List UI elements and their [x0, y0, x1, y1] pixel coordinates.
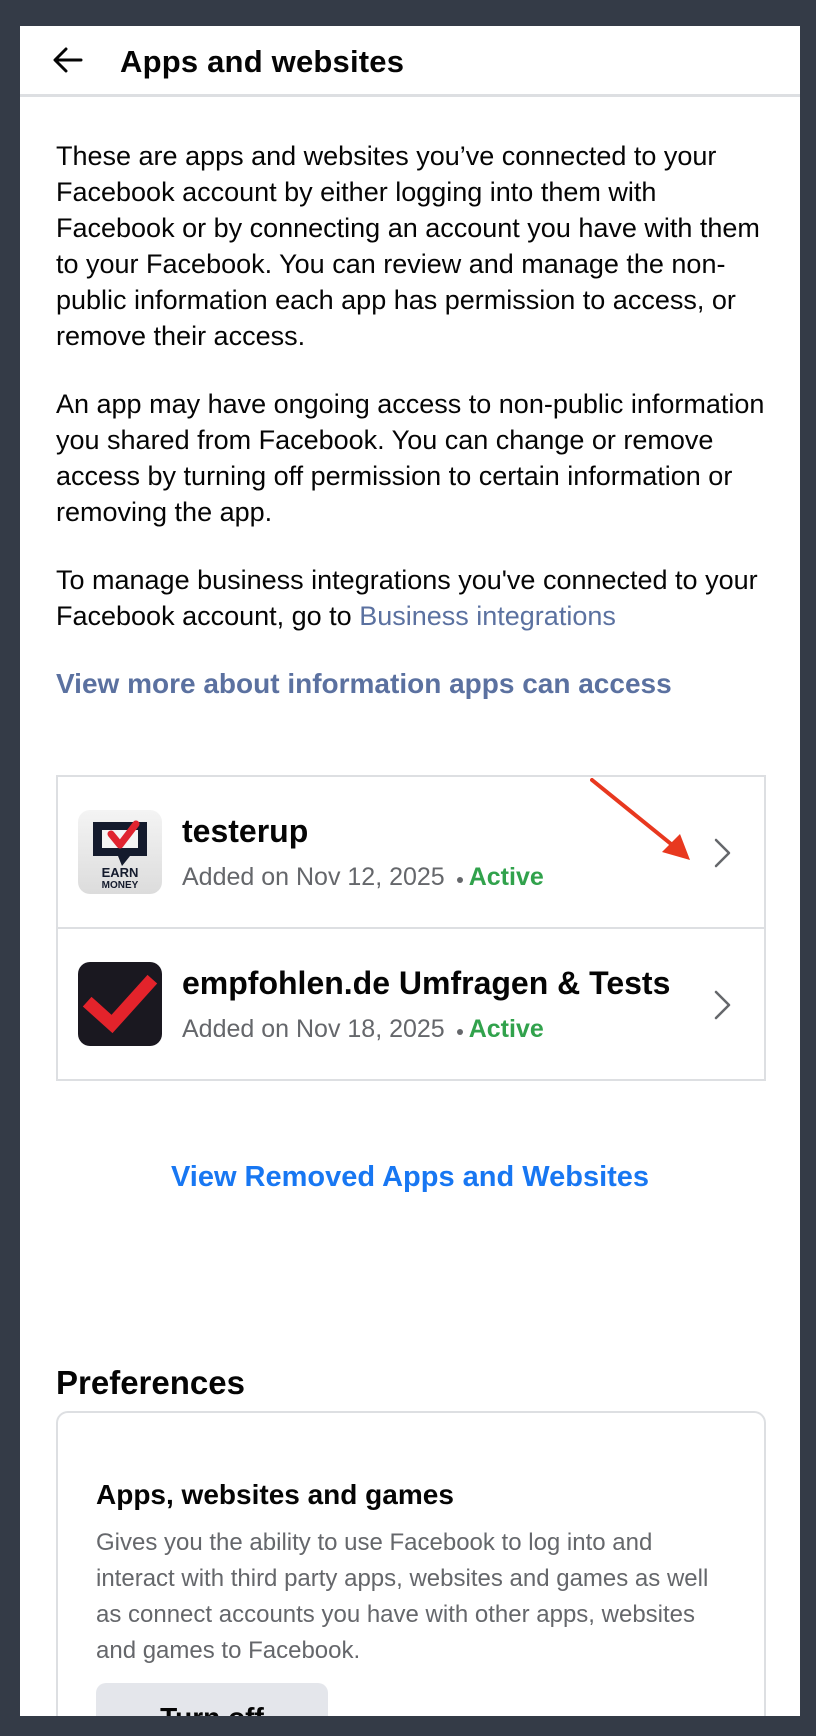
page-title: Apps and websites	[120, 44, 405, 79]
empfohlen-logo	[78, 962, 162, 1046]
app-added-date: Added on Nov 12, 2025	[182, 863, 445, 891]
app-name: empfohlen.de Umfragen & Tests	[182, 965, 671, 1001]
intro-paragraph-3: To manage business integrations you've c…	[56, 562, 766, 634]
app-row-empfohlen[interactable]: empfohlen.de Umfragen & Tests Added on N…	[58, 927, 764, 1079]
separator-dot	[456, 1028, 463, 1035]
preferences-heading: Preferences	[56, 1364, 245, 1401]
back-arrow-icon	[53, 47, 83, 73]
testerup-logo-graphic: EARN MONEY	[93, 820, 147, 891]
app-added-date: Added on Nov 18, 2025	[182, 1015, 445, 1043]
intro-paragraph-2: An app may have ongoing access to non-pu…	[56, 389, 765, 527]
preferences-card: Apps, websites and games Gives you the a…	[56, 1411, 766, 1716]
app-status: Active	[468, 863, 544, 891]
testerup-logo: EARN MONEY	[78, 810, 162, 894]
chevron-right-icon	[714, 990, 731, 1020]
app-status: Active	[468, 1015, 544, 1043]
view-removed-apps-link[interactable]: View Removed Apps and Websites	[20, 1161, 800, 1194]
business-integrations-link[interactable]: Business integrations	[359, 601, 616, 631]
logo-text-money: MONEY	[102, 880, 139, 891]
preferences-card-title: Apps, websites and games	[96, 1479, 454, 1510]
empfohlen-logo-graphic	[82, 974, 158, 1034]
back-button[interactable]	[48, 40, 88, 80]
annotation-arrow-icon	[590, 778, 690, 860]
intro-paragraph-1: These are apps and websites you’ve conne…	[56, 141, 760, 351]
intro-section: These are apps and websites you’ve conne…	[56, 138, 766, 702]
app-window: Apps and websites These are apps and web…	[20, 26, 800, 1716]
view-more-info-link[interactable]: View more about information apps can acc…	[56, 666, 766, 702]
top-bar: Apps and websites	[20, 26, 800, 97]
turn-off-button[interactable]: Turn off	[96, 1683, 328, 1716]
chevron-right-icon	[714, 838, 731, 868]
logo-text-earn: EARN	[102, 865, 139, 880]
app-meta: Added on Nov 18, 2025 Active	[182, 1015, 544, 1044]
app-name: testerup	[182, 813, 309, 849]
separator-dot	[456, 876, 463, 883]
app-meta: Added on Nov 12, 2025 Active	[182, 863, 544, 892]
preferences-card-description: Gives you the ability to use Facebook to…	[96, 1529, 709, 1664]
